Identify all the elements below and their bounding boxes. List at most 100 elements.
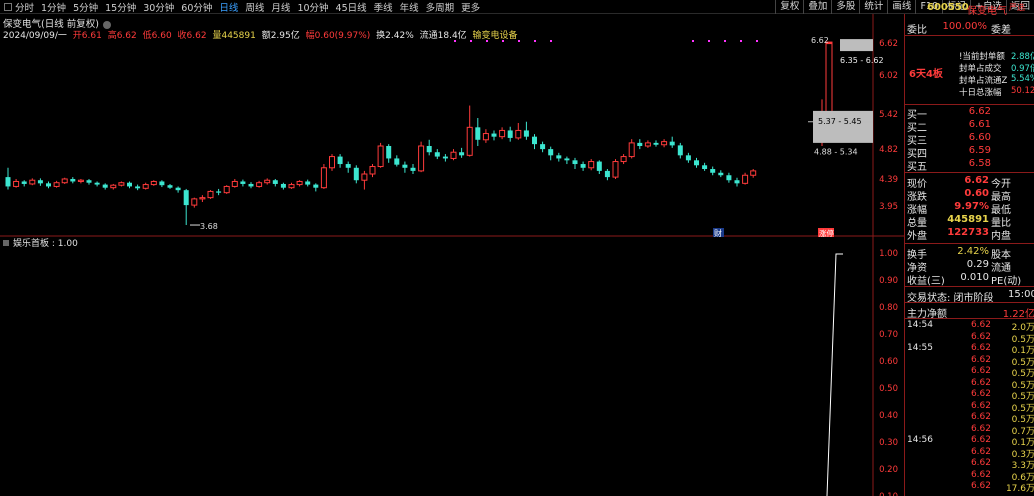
candle-body [507,130,513,138]
candle-body [377,145,384,168]
bid-row[interactable]: 买四 6.59 [905,145,1034,160]
candle-body [361,173,368,181]
tick-price: 6.62 [970,320,991,330]
candle-body [482,133,489,141]
tick-volume: 17.6万 [1005,484,1034,494]
candle-body [29,179,36,185]
bid-row[interactable]: 买二 6.61 [905,119,1034,134]
bid-row[interactable]: 买五 6.58 [905,158,1034,173]
cai-badge-label: 财 [714,228,722,238]
candle-body [345,164,351,168]
candle-body [677,145,683,156]
candle-body [191,198,198,206]
candle-body [750,170,757,176]
tool-button[interactable]: 统计 [859,0,887,14]
candle-body [475,127,481,140]
period-tab[interactable]: 多周期 [426,0,455,14]
candle-body [694,160,699,166]
tick-price: 6.62 [970,458,991,468]
tool-button[interactable]: 复权 [775,0,803,14]
period-tab[interactable]: 10分钟 [297,0,328,14]
quote2-value: 0.010 [960,272,989,283]
quote2-value: 2.42% [957,246,989,257]
quote-row: 现价 6.62 今开 [905,175,1034,190]
candle-body [620,156,627,163]
main-flow-row: 主力净额 1.22亿 [905,305,1034,320]
candle-body [515,129,522,139]
board-stat-label: 封单占流通Z [959,76,1008,86]
quote2-row: 净资 0.29 流通 [905,259,1034,274]
candle-body [150,180,157,186]
info-low: 低6.60 [142,31,172,41]
period-tab[interactable]: 季线 [374,0,393,14]
period-tab[interactable]: 1分钟 [41,0,66,14]
candle-body [296,180,303,186]
quote-label: 外盘 [907,231,927,242]
chart-area[interactable]: 6.62 6.02 5.42 4.82 4.39 3.95 6.62 6.35 - 6.62 5… [0,14,904,496]
tick-price: 6.62 [970,481,991,491]
candle-body [499,129,506,138]
tick-row: 6.62 0.5万 [905,378,1034,391]
candle-body [628,142,635,158]
range-label: 5.37 - 5.45 [818,117,862,126]
tick-price: 6.62 [970,354,991,365]
signal-dot [756,40,758,42]
candle-body [710,169,716,173]
tick-time: 14:56 [907,435,933,445]
period-tab[interactable]: 月线 [271,0,290,14]
candle-body [661,141,668,146]
period-tab[interactable]: 30分钟 [143,0,174,14]
window-icon[interactable] [4,2,12,11]
range-box [813,110,873,143]
tick-price: 6.62 [970,331,991,342]
candle-body [718,172,724,176]
period-tab[interactable]: 60分钟 [181,0,212,14]
candle-body [556,155,562,159]
trade-status-row: 交易状态: 闭市阶段 15:00: [905,289,1034,304]
candle-body [167,185,173,188]
candle-body [394,158,400,165]
candle-body [726,175,732,181]
tool-button[interactable]: 多股 [831,0,859,14]
period-tab[interactable]: 更多 [461,0,480,14]
candle-body [825,41,833,116]
board-stat-label: 封单占成交 [959,64,1002,74]
period-tab[interactable]: 日线 [219,0,238,14]
candle-body [175,187,181,191]
indicator-axis-label: 0.40 [879,411,898,421]
signal-dot [740,40,742,42]
candle-body [580,164,586,168]
divider [905,302,1034,303]
kline-chart[interactable]: 6.62 6.02 5.42 4.82 4.39 3.95 6.62 6.35 - 6.62 5… [0,14,904,496]
tick-row: 14:55 6.62 0.1万 [905,343,1034,356]
candle-body [256,182,263,187]
candle-body [491,133,497,137]
bid-row[interactable]: 买一 6.62 [905,106,1034,121]
period-tab[interactable]: 分时 [15,0,34,14]
tool-button[interactable]: 叠加 [803,0,831,14]
indicator-title: 娱乐首板 : 1.00 [13,237,78,249]
candle-body [588,161,595,169]
candle-body [337,156,343,165]
indicator-axis-label: 0.70 [879,330,898,340]
indicator-axis-label: 0.30 [879,438,898,448]
candle-body [240,181,246,184]
period-tab[interactable]: 5分钟 [73,0,98,14]
bid-price: 6.60 [968,132,991,143]
period-tab[interactable]: 周线 [245,0,264,14]
period-tab[interactable]: 15分钟 [105,0,136,14]
info-industry[interactable]: 输变电设备 [473,31,518,41]
tick-row: 6.62 0.5万 [905,412,1034,425]
period-tab[interactable]: 年线 [400,0,419,14]
candle-body [450,151,457,159]
bid-row[interactable]: 买三 6.60 [905,132,1034,147]
period-tab[interactable]: 45日线 [336,0,367,14]
candle-body [110,184,117,189]
tick-row: 6.62 0.5万 [905,331,1034,345]
signal-dot [708,40,710,42]
period-tabs: 分时 1分钟 5分钟 15分钟 30分钟 60分钟 日线 周线 月线 10分钟 45日线 季线 年线 多周… [0,0,487,14]
candle-body [264,179,271,184]
board-stat-value: 0.97倍 [1011,64,1034,74]
signal-dot [534,40,536,42]
signal-dot [692,40,694,42]
